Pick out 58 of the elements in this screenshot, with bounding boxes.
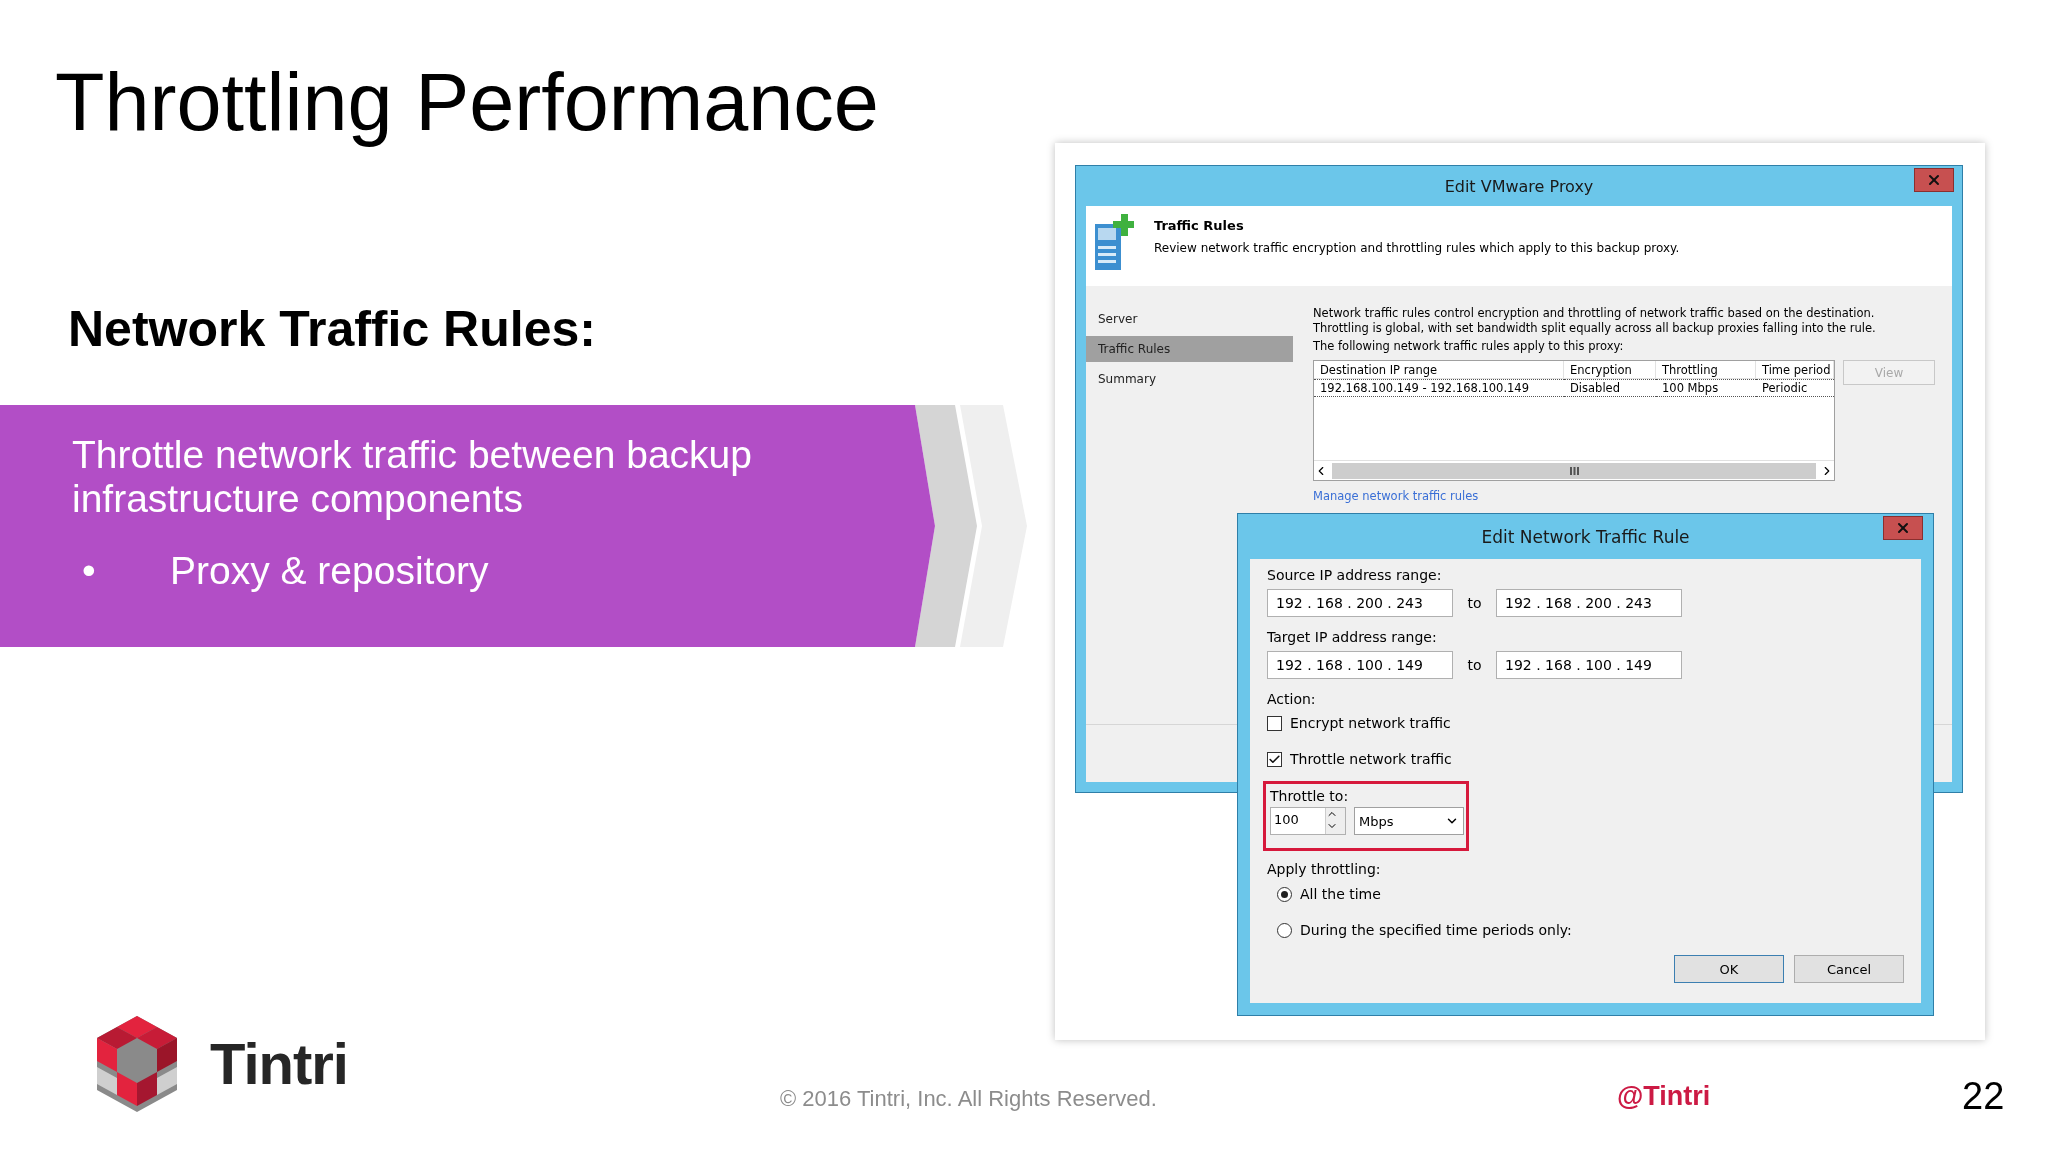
social-handle: @Tintri	[1617, 1081, 1712, 1112]
page-title: Traffic Rules	[1154, 218, 1245, 233]
table-cell: Disabled	[1564, 379, 1656, 397]
dialog-title: Edit Network Traffic Rule	[1481, 526, 1690, 547]
unit-dropdown[interactable]: Mbps	[1354, 807, 1464, 835]
radio-button[interactable]	[1277, 922, 1292, 938]
to-label: to	[1466, 657, 1483, 673]
dialog-button[interactable]: OK	[1674, 955, 1784, 983]
manage-rules-link[interactable]: Manage network traffic rules	[1313, 489, 1479, 503]
bullet-text: Proxy & repository	[170, 549, 489, 594]
copyright-text: © 2016 Tintri, Inc. All Rights Reserved.	[780, 1086, 1158, 1112]
table-caption: The following network traffic rules apply to this proxy:	[1313, 339, 1625, 354]
server-add-icon	[1094, 214, 1134, 272]
field-label: Apply throttling:	[1267, 860, 1382, 879]
radio-button[interactable]	[1277, 886, 1292, 902]
ip-address-field[interactable]: 192 . 168 . 100 . 149	[1267, 651, 1453, 679]
table-cell: 192.168.100.149 - 192.168.100.149	[1314, 379, 1564, 397]
checkbox[interactable]	[1267, 715, 1282, 731]
grip-icon	[1569, 466, 1579, 475]
window-title: Edit VMware Proxy	[1444, 176, 1594, 196]
close-button[interactable]	[1883, 516, 1923, 540]
to-label: to	[1466, 595, 1483, 611]
close-icon	[1895, 520, 1911, 536]
column-header[interactable]: Encryption	[1564, 361, 1656, 379]
nav-item[interactable]: Server	[1086, 306, 1293, 332]
column-header[interactable]: Time period	[1756, 361, 1834, 379]
close-icon	[1926, 172, 1942, 188]
banner-text: Throttle network traffic between backup infrastructure components	[72, 433, 753, 522]
bullet-marker: •	[81, 549, 97, 594]
column-header[interactable]: Destination IP range	[1314, 361, 1564, 379]
checkbox-label: Throttle network traffic	[1290, 751, 1452, 767]
ip-address-field[interactable]: 192 . 168 . 200 . 243	[1267, 589, 1453, 617]
table-cell: Periodic	[1756, 379, 1834, 397]
dialog-button[interactable]: Cancel	[1794, 955, 1904, 983]
table-cell: 100 Mbps	[1656, 379, 1756, 397]
radio-label: During the specified time periods only:	[1300, 922, 1572, 938]
nav-item[interactable]: Summary	[1086, 366, 1293, 392]
logo-wordmark: Tintri	[210, 1030, 348, 1097]
field-label: Throttle to:	[1270, 787, 1350, 806]
slide-title: Throttling Performance	[55, 58, 880, 148]
ip-address-field[interactable]: 192 . 168 . 100 . 149	[1496, 651, 1682, 679]
intro-text: Network traffic rules control encryption and throttling of network traffic based on the destination.	[1313, 306, 1876, 321]
field-label: Action:	[1267, 690, 1317, 709]
field-label: Source IP address range:	[1267, 566, 1443, 585]
section-heading: Network Traffic Rules:	[68, 302, 597, 358]
horizontal-scrollbar[interactable]	[1314, 460, 1834, 480]
field-label: Target IP address range:	[1267, 628, 1438, 647]
nav-item[interactable]: Traffic Rules	[1086, 336, 1293, 362]
ip-address-field[interactable]: 192 . 168 . 200 . 243	[1496, 589, 1682, 617]
page-description: Review network traffic encryption and throttling rules which apply to this backup proxy.	[1154, 241, 1680, 255]
page-number: 22	[1962, 1075, 2006, 1118]
checkbox[interactable]	[1267, 751, 1282, 767]
column-header[interactable]: Throttling	[1656, 361, 1756, 379]
checkbox-label: Encrypt network traffic	[1290, 715, 1451, 731]
radio-label: All the time	[1300, 886, 1381, 902]
close-button[interactable]	[1914, 168, 1954, 192]
number-spinner[interactable]: 100	[1270, 807, 1346, 835]
intro-text: Throttling is global, with set bandwidth split equally across all backup proxies falling into the rule.	[1313, 321, 1877, 336]
